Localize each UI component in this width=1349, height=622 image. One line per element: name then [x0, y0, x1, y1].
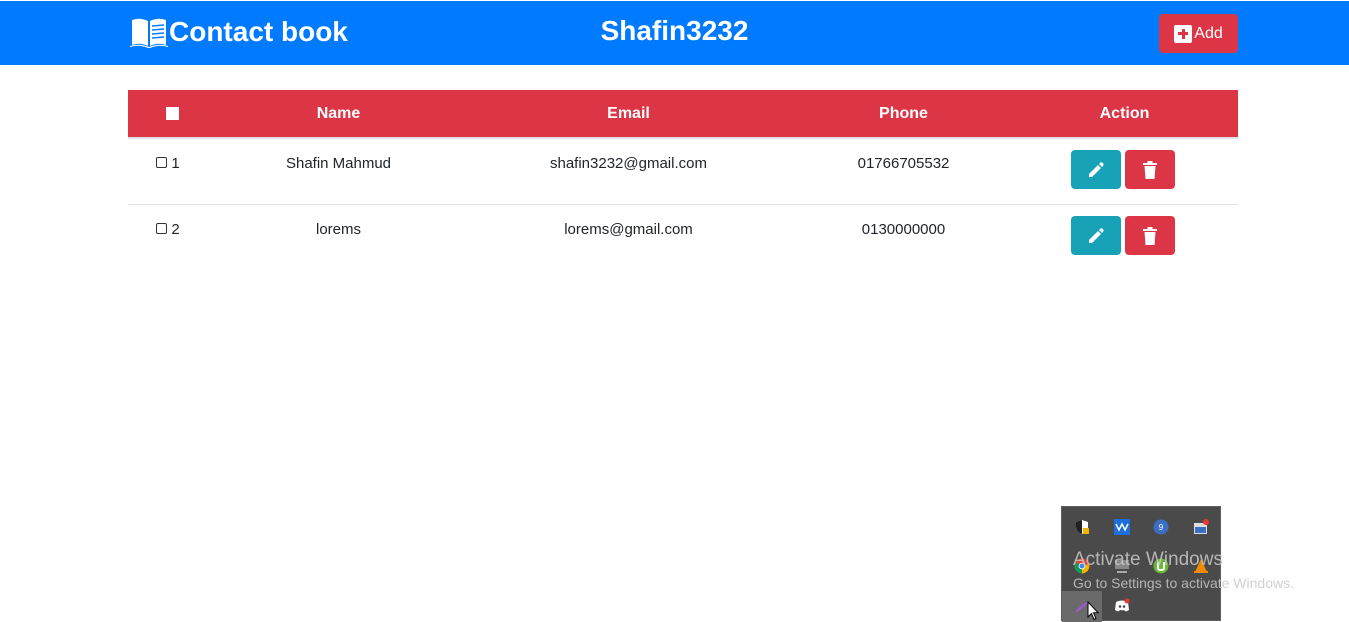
activate-windows-subtitle: Go to Settings to activate Windows.: [1073, 575, 1294, 591]
row-select-cell: 2: [128, 205, 216, 271]
discord-icon[interactable]: [1114, 598, 1130, 614]
pencil-icon: [1089, 227, 1104, 243]
row-checkbox[interactable]: [156, 223, 168, 234]
header-action: Action: [1099, 104, 1150, 122]
contact-phone: 0130000000: [861, 221, 946, 238]
row-index: 2: [171, 221, 180, 238]
brand[interactable]: Contact book: [129, 14, 348, 50]
contact-name: lorems: [315, 221, 361, 238]
trash-icon: [1143, 226, 1157, 245]
contact-email: lorems@gmail.com: [564, 221, 693, 238]
badge-9-icon[interactable]: 9: [1153, 519, 1169, 535]
navbar: Contact book Shafin3232 Add: [0, 0, 1349, 65]
trash-icon: [1143, 160, 1157, 179]
select-all-header: [128, 90, 216, 138]
edit-button[interactable]: [1071, 216, 1121, 255]
contact-name: Shafin Mahmud: [285, 155, 392, 172]
mouse-cursor-icon: [1087, 601, 1099, 621]
row-checkbox[interactable]: [156, 157, 168, 168]
header-email: Email: [607, 104, 650, 122]
edit-button[interactable]: [1071, 150, 1121, 189]
shield-icon[interactable]: [1074, 519, 1090, 535]
header-phone: Phone: [879, 104, 928, 122]
svg-text:9: 9: [1159, 523, 1164, 532]
book-icon: [130, 18, 168, 48]
select-all-checkbox[interactable]: [165, 106, 179, 120]
activate-windows-title: Activate Windows: [1073, 549, 1223, 570]
contact-phone: 01766705532: [857, 155, 950, 172]
network-meter-icon[interactable]: [1114, 519, 1130, 535]
add-button[interactable]: Add: [1159, 14, 1238, 53]
brand-title: Contact book: [169, 16, 348, 47]
delete-button[interactable]: [1125, 150, 1175, 189]
header-name: Name: [316, 104, 361, 122]
row-index: 1: [171, 155, 180, 172]
pencil-icon: [1089, 161, 1104, 177]
contact-email: shafin3232@gmail.com: [550, 155, 707, 172]
screen-tool-icon[interactable]: [1193, 519, 1209, 535]
table-row: 2 lorems lorems@gmail.com 0130000000: [128, 204, 1238, 271]
row-actions: [1011, 138, 1238, 205]
row-select-cell: 1: [128, 138, 216, 205]
delete-button[interactable]: [1125, 216, 1175, 255]
table-row: 1 Shafin Mahmud shafin3232@gmail.com 017…: [128, 138, 1238, 205]
table-header: Name Email Phone Action: [128, 90, 1238, 138]
contacts-table: Name Email Phone Action 1 Shafin Mahmud …: [128, 90, 1238, 270]
row-actions: [1011, 205, 1238, 271]
add-label: Add: [1194, 24, 1223, 42]
plus-square-icon: [1174, 24, 1193, 43]
